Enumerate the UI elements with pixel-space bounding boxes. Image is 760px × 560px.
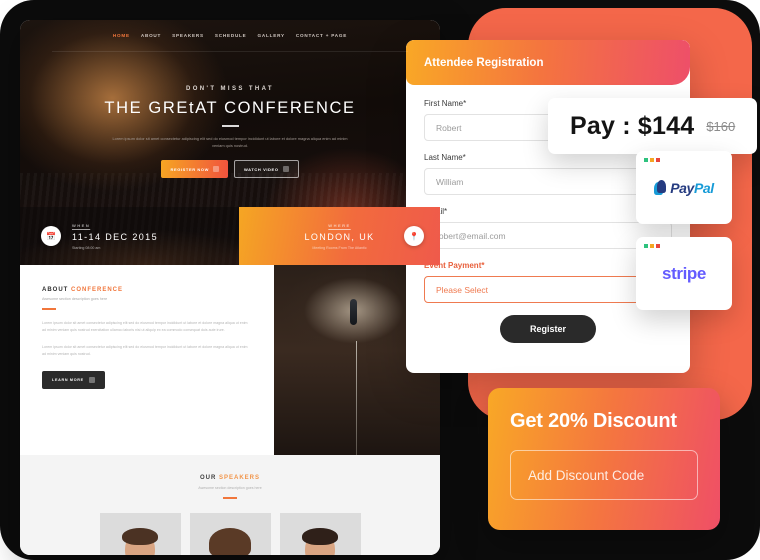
- speakers-grid: [20, 512, 440, 555]
- watch-video-label: WATCH VIDEO: [244, 166, 279, 172]
- window-dots: [644, 244, 660, 248]
- arrow-icon: [88, 376, 95, 383]
- event-meta-row: 📅 WHEN 11-14 DEC 2015 Starting 08:00 am …: [20, 207, 440, 265]
- site-navbar[interactable]: HOME ABOUT SPEAKERS SCHEDULE GALLERY CON…: [20, 20, 440, 38]
- speaker-photo: [199, 527, 261, 555]
- event-payment-select[interactable]: Please Select: [424, 276, 672, 303]
- calendar-icon: 📅: [41, 226, 61, 246]
- hero-content: DON'T MISS THAT THE GREtAT CONFERENCE Lo…: [20, 86, 440, 179]
- nav-item-speakers[interactable]: SPEAKERS: [172, 33, 204, 38]
- speakers-title: OUR SPEAKERS: [20, 475, 440, 481]
- pay-amount: Pay : $144: [570, 111, 695, 140]
- when-value: 11-14 DEC 2015: [72, 231, 158, 242]
- arrow-icon: [213, 166, 219, 173]
- website-mockup: HOME ABOUT SPEAKERS SCHEDULE GALLERY CON…: [20, 20, 440, 555]
- about-title-plain: ABOUT: [42, 287, 69, 293]
- paypal-label-b: Pal: [693, 179, 714, 196]
- paypal-gateway-card[interactable]: PayPal: [636, 151, 732, 224]
- pay-amount-pill: Pay : $144 $160: [548, 98, 758, 154]
- stripe-label: stripe: [662, 263, 706, 283]
- hero-section: HOME ABOUT SPEAKERS SCHEDULE GALLERY CON…: [20, 20, 440, 265]
- screenshot-stage: HOME ABOUT SPEAKERS SCHEDULE GALLERY CON…: [0, 0, 760, 560]
- about-section: ABOUT CONFERENCE Awesome section descrip…: [20, 265, 440, 455]
- email-label: Email*: [424, 207, 672, 216]
- event-payment-label: Event Payment*: [424, 261, 485, 270]
- last-name-label: Last Name*: [424, 153, 466, 162]
- about-divider: [42, 308, 56, 310]
- nav-divider: [52, 51, 408, 52]
- about-title-accent: CONFERENCE: [71, 287, 124, 293]
- hero-kicker: DON'T MISS THAT: [186, 86, 274, 92]
- stripe-gateway-card[interactable]: stripe: [636, 237, 732, 310]
- hero-divider: [221, 125, 239, 127]
- nav-item-gallery[interactable]: GALLERY: [258, 33, 285, 38]
- window-dots: [644, 158, 660, 162]
- register-button-wrap: Register: [424, 315, 672, 343]
- nav-item-home[interactable]: HOME: [113, 33, 130, 38]
- nav-item-about[interactable]: ABOUT: [141, 33, 161, 38]
- discount-code-input[interactable]: Add Discount Code: [510, 450, 698, 500]
- last-name-input[interactable]: William: [424, 168, 672, 195]
- register-submit-button[interactable]: Register: [499, 315, 596, 343]
- speakers-title-accent: SPEAKERS: [219, 475, 261, 481]
- when-panel: 📅 WHEN 11-14 DEC 2015 Starting 08:00 am: [20, 207, 239, 265]
- discount-card: Get 20% Discount Add Discount Code: [488, 388, 720, 530]
- hero-buttons: REGISTER NOW WATCH VIDEO: [20, 160, 440, 179]
- learn-more-label: LEARN MORE: [52, 377, 84, 382]
- learn-more-button[interactable]: LEARN MORE: [42, 370, 105, 389]
- speaker-photo: [289, 527, 351, 555]
- about-paragraph-2: Lorem ipsum dolor sit amet consectetur a…: [42, 345, 248, 357]
- about-subtitle: Awesome section description goes here: [42, 297, 108, 301]
- hero-subtitle: Lorem ipsum dolor sit amet consectetur a…: [112, 135, 348, 148]
- about-title: ABOUT CONFERENCE: [42, 287, 252, 293]
- about-text-column: ABOUT CONFERENCE Awesome section descrip…: [20, 265, 274, 455]
- map-pin-icon: 📍: [404, 226, 424, 246]
- register-now-button[interactable]: REGISTER NOW: [161, 160, 228, 179]
- speaker-card[interactable]: [189, 512, 271, 555]
- registration-title: Attendee Registration: [424, 56, 544, 69]
- speakers-divider: [223, 497, 237, 499]
- nav-item-schedule[interactable]: SCHEDULE: [215, 33, 247, 38]
- paypal-logo: PayPal: [636, 151, 732, 224]
- when-label: WHEN: [72, 222, 91, 228]
- speaker-card[interactable]: [99, 512, 181, 555]
- play-icon: [282, 166, 289, 173]
- registration-card-header: Attendee Registration: [406, 40, 690, 85]
- when-note: Starting 08:00 am: [72, 245, 101, 250]
- speakers-subtitle: Awesome section description goes here: [198, 486, 262, 490]
- where-note: Meeting Rooms From The Atlantic: [312, 245, 367, 250]
- email-input[interactable]: robert@email.com: [424, 222, 672, 249]
- speakers-section: OUR SPEAKERS Awesome section description…: [20, 455, 440, 555]
- discount-title: Get 20% Discount: [510, 410, 677, 432]
- where-panel: WHERE LONDON, UK Meeting Rooms From The …: [239, 207, 440, 265]
- nav-item-contact[interactable]: CONTACT + PAGE: [296, 33, 347, 38]
- paypal-mark-icon: [654, 179, 667, 196]
- speakers-title-plain: OUR: [199, 475, 217, 481]
- hero-title: THE GREtAT CONFERENCE: [104, 99, 356, 117]
- register-now-label: REGISTER NOW: [170, 166, 209, 172]
- pay-original-amount: $160: [706, 118, 736, 134]
- watch-video-button[interactable]: WATCH VIDEO: [234, 160, 299, 179]
- stripe-logo: stripe: [636, 237, 732, 310]
- speaker-photo: [109, 527, 171, 555]
- paypal-label-a: Pay: [670, 179, 694, 196]
- about-paragraph-1: Lorem ipsum dolor sit amet consectetur a…: [42, 320, 248, 332]
- speaker-card[interactable]: [279, 512, 361, 555]
